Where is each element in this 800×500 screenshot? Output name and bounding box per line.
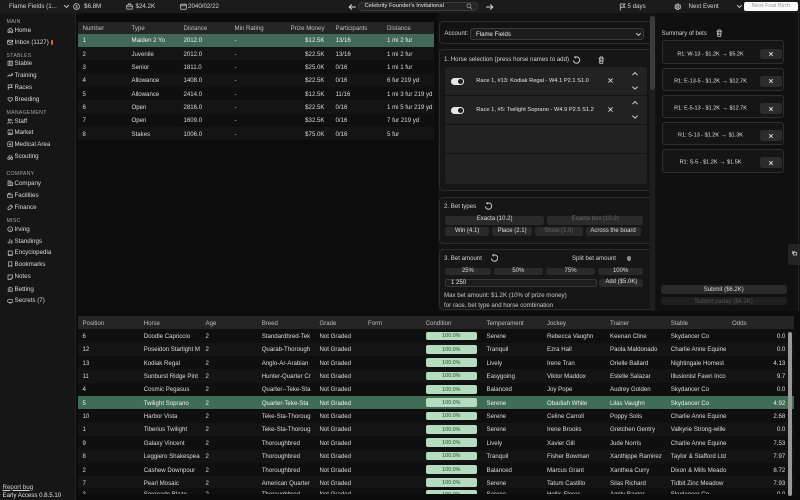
svg-text:$: $ bbox=[75, 4, 78, 9]
